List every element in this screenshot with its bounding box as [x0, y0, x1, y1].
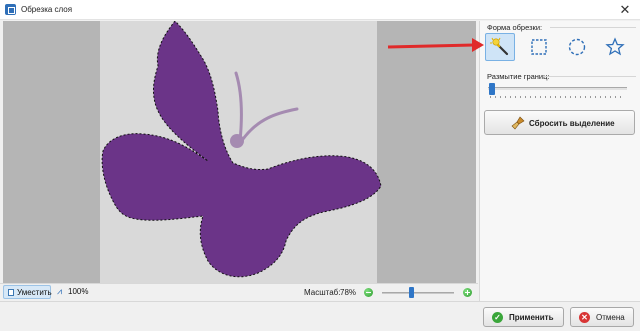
reset-selection-button[interactable]: Сбросить выделение [484, 110, 635, 135]
zoom-100-label: 100% [68, 287, 89, 296]
fit-label: Уместить [17, 288, 52, 297]
app-icon [5, 4, 16, 15]
divider [550, 27, 636, 28]
star-select-icon [605, 37, 625, 56]
rectangle-tool-button[interactable] [524, 33, 554, 61]
rectangle-select-icon [531, 39, 547, 55]
cancel-icon: ✕ [579, 312, 590, 323]
edge-blur-label: Размытие границ: [487, 72, 550, 81]
butterfly-image [101, 21, 382, 278]
settings-panel: Форма обрезки: Размытие границ: Сбросить… [479, 21, 640, 301]
zoom-actual-size-icon: ⩘ [57, 286, 63, 296]
magic-wand-tool-button[interactable] [485, 33, 515, 61]
scale-value: 78% [340, 288, 357, 297]
crop-shape-label: Форма обрезки: [487, 23, 543, 32]
brush-icon [511, 116, 525, 130]
window-title: Обрезка слоя [21, 5, 73, 14]
reset-selection-label: Сбросить выделение [529, 119, 615, 128]
zoom-out-icon[interactable] [364, 288, 373, 297]
zoom-slider-thumb[interactable] [408, 287, 414, 298]
apply-label: Применить [509, 313, 554, 322]
cancel-button[interactable]: ✕ Отмена [570, 307, 634, 327]
fit-button[interactable]: Уместить [3, 285, 52, 299]
star-tool-button[interactable] [600, 33, 630, 61]
dialog-footer: ✓ Применить ✕ Отмена [0, 301, 640, 331]
slider-ticks [490, 96, 625, 98]
apply-button[interactable]: ✓ Применить [483, 307, 564, 327]
close-icon[interactable]: ✕ [610, 0, 640, 20]
title-bar: Обрезка слоя ✕ [0, 0, 640, 20]
divider [543, 76, 636, 77]
status-bar: Уместить ⩘ 100% Масштаб: 78% [0, 283, 478, 300]
ellipse-select-icon [568, 38, 586, 56]
cancel-label: Отмена [596, 313, 625, 322]
canvas-area[interactable] [3, 21, 476, 283]
scale-label: Масштаб: [304, 288, 341, 297]
ellipse-tool-button[interactable] [562, 33, 592, 61]
checkmark-icon: ✓ [492, 312, 503, 323]
magic-wand-icon [490, 37, 509, 56]
zoom-in-icon[interactable] [463, 288, 472, 297]
zoom-slider[interactable] [382, 292, 454, 294]
edge-blur-slider[interactable] [488, 87, 627, 90]
edge-blur-slider-thumb[interactable] [489, 83, 495, 95]
fit-icon [8, 289, 14, 296]
